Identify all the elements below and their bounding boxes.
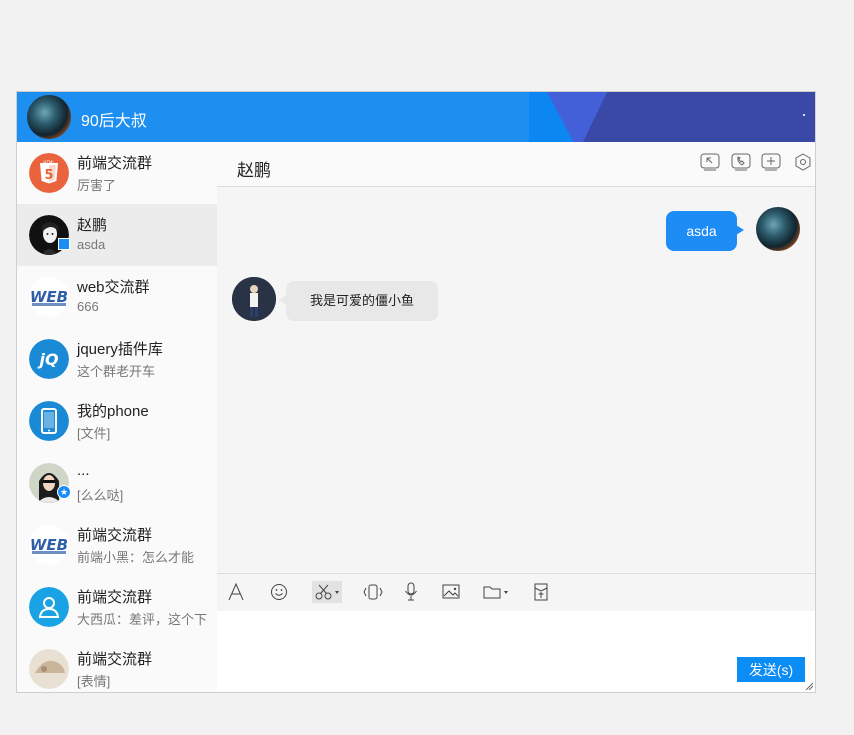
conversation-item[interactable]: WEB 前端交流群 前端小黑：怎么才能	[17, 514, 217, 576]
conversation-item[interactable]: jQ jquery插件库 这个群老开车	[17, 328, 217, 390]
conversation-last-message: 这个群老开车	[77, 364, 156, 379]
shrink-icon[interactable]	[700, 153, 720, 171]
conversation-item[interactable]: 赵鹏 asda	[17, 204, 217, 266]
conversation-last-message: [文件]	[77, 426, 111, 441]
conversation-list: HTML 5 前端交流群 厉害了 赵鹏 asda WEB web交流群 666 …	[17, 142, 217, 692]
incoming-message[interactable]: 我是可爱的僵小鱼	[279, 281, 438, 321]
image-icon[interactable]	[441, 581, 461, 603]
chat-window: 90后大叔 HTML 5 前端交流群 厉害了 赵鹏 asda WEB web交流…	[16, 91, 816, 693]
red-packet-icon[interactable]	[533, 581, 549, 603]
outgoing-message[interactable]: asda	[666, 211, 744, 251]
message-list: asda 我是可爱的僵小鱼	[217, 187, 815, 573]
composer-toolbar	[217, 573, 815, 612]
conversation-name: jquery插件库	[77, 341, 163, 358]
star-badge-icon: ★	[57, 485, 71, 499]
self-name: 90后大叔	[81, 113, 147, 130]
resize-grip-icon[interactable]	[805, 682, 813, 690]
settings-icon[interactable]	[793, 153, 813, 171]
font-icon[interactable]	[227, 581, 245, 603]
contact-avatar	[29, 649, 69, 689]
conversation-last-message: 前端小黑：怎么才能	[77, 550, 195, 565]
conversation-name: ...	[77, 462, 90, 479]
web-logo-icon: WEB	[29, 525, 69, 565]
send-button[interactable]: 发送(s)	[737, 657, 805, 682]
conversation-name: 前端交流群	[77, 527, 153, 544]
svg-text:HTML: HTML	[43, 160, 55, 165]
conversation-last-message: asda	[77, 237, 106, 252]
conversation-last-message: 大西瓜：差评，这个下	[77, 612, 208, 627]
conversation-item[interactable]: 前端交流群 大西瓜：差评，这个下	[17, 576, 217, 638]
conversation-name: 赵鹏	[77, 217, 108, 234]
emoji-icon[interactable]	[269, 581, 289, 603]
folder-icon[interactable]	[483, 581, 511, 603]
title-dot	[803, 114, 805, 116]
add-icon[interactable]	[761, 153, 781, 171]
chat-header: 赵鹏	[217, 142, 815, 187]
html5-logo-icon: HTML 5	[29, 153, 69, 193]
screenshot-icon[interactable]	[312, 581, 342, 603]
phone-icon[interactable]	[731, 153, 751, 171]
conversation-last-message: 666	[77, 299, 99, 314]
user-group-icon	[29, 587, 69, 627]
shake-icon[interactable]	[363, 581, 383, 603]
title-bar: 90后大叔	[17, 92, 815, 142]
device-badge-icon	[58, 238, 70, 250]
conversation-name: 前端交流群	[77, 155, 153, 172]
conversation-item[interactable]: ★ ... [么么哒]	[17, 452, 217, 514]
conversation-name: 我的phone	[77, 403, 149, 420]
conversation-item[interactable]: HTML 5 前端交流群 厉害了	[17, 142, 217, 204]
conversation-name: web交流群	[77, 279, 150, 296]
contact-message-avatar[interactable]	[232, 277, 276, 321]
conversation-last-message: [表情]	[77, 674, 111, 689]
message-input[interactable]: 发送(s)	[217, 611, 815, 692]
conversation-item[interactable]: WEB web交流群 666	[17, 266, 217, 328]
svg-text:5: 5	[44, 168, 53, 183]
self-message-avatar[interactable]	[756, 207, 800, 251]
phone-icon	[29, 401, 69, 441]
conversation-name: 前端交流群	[77, 589, 153, 606]
self-avatar[interactable]	[27, 95, 71, 139]
jquery-logo-icon: jQ	[29, 339, 69, 379]
conversation-last-message: [么么哒]	[77, 488, 124, 503]
conversation-name: 前端交流群	[77, 651, 153, 668]
conversation-last-message: 厉害了	[77, 178, 117, 193]
svg-text:jQ: jQ	[36, 350, 58, 369]
conversation-item[interactable]: 前端交流群 [表情]	[17, 638, 217, 692]
conversation-item[interactable]: 我的phone [文件]	[17, 390, 217, 452]
chat-title: 赵鹏	[237, 161, 271, 180]
title-decoration	[577, 92, 815, 142]
voice-icon[interactable]	[403, 581, 419, 603]
web-logo-icon: WEB	[29, 277, 69, 317]
